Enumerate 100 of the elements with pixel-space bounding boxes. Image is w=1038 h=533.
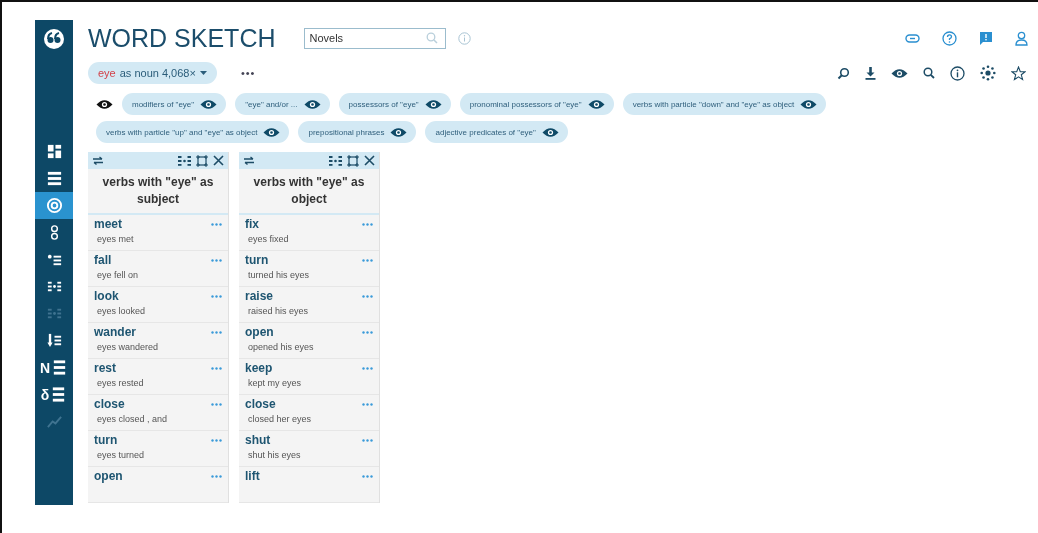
more-icon[interactable] bbox=[211, 474, 222, 478]
collocation-row[interactable]: fix eyes fixed bbox=[239, 215, 379, 251]
collocate-word[interactable]: shut bbox=[245, 433, 271, 447]
visibility-icon[interactable] bbox=[891, 67, 908, 79]
example-text: raised his eyes bbox=[248, 306, 310, 316]
collocation-row[interactable]: shut shut his eyes bbox=[239, 431, 379, 467]
more-icon[interactable] bbox=[362, 438, 373, 442]
swap-icon[interactable] bbox=[243, 156, 255, 165]
caret-icon bbox=[199, 71, 207, 75]
visibility-icon[interactable] bbox=[96, 98, 113, 110]
more-icon[interactable] bbox=[211, 258, 222, 262]
collocation-row[interactable]: open bbox=[88, 467, 228, 503]
relation-chip[interactable]: verbs with particle "up" and "eye" as object bbox=[96, 121, 290, 143]
collocation-row[interactable]: close closed her eyes bbox=[239, 395, 379, 431]
swap-icon[interactable] bbox=[92, 156, 104, 165]
more-icon[interactable] bbox=[211, 402, 222, 406]
more-icon[interactable] bbox=[362, 294, 373, 298]
download-icon[interactable] bbox=[865, 66, 876, 80]
user-icon[interactable] bbox=[1015, 30, 1028, 46]
collocate-word[interactable]: turn bbox=[94, 433, 118, 447]
info-icon[interactable] bbox=[950, 65, 965, 81]
collocation-row[interactable]: turn eyes turned bbox=[88, 431, 228, 467]
collocate-word[interactable]: keep bbox=[245, 361, 273, 375]
relation-chip[interactable]: possessors of "eye" bbox=[338, 93, 451, 115]
more-icon[interactable] bbox=[362, 402, 373, 406]
eye-icon[interactable] bbox=[200, 98, 218, 110]
column-title: verbs with "eye" as object bbox=[239, 169, 379, 215]
example-text: eyes met bbox=[97, 234, 135, 244]
collocation-row[interactable]: rest eyes rested bbox=[88, 359, 228, 395]
more-icon[interactable] bbox=[362, 366, 373, 370]
help-icon[interactable] bbox=[942, 30, 957, 46]
collocation-row[interactable]: fall eye fell on bbox=[88, 251, 228, 287]
collocation-row[interactable]: open opened his eyes bbox=[239, 323, 379, 359]
eye-icon[interactable] bbox=[424, 98, 442, 110]
sidebar-item[interactable]: N bbox=[35, 354, 73, 381]
zoom-icon[interactable] bbox=[837, 66, 850, 80]
eye-icon[interactable] bbox=[587, 98, 605, 110]
more-icon[interactable] bbox=[211, 366, 222, 370]
link-icon[interactable] bbox=[905, 33, 920, 43]
collocation-row[interactable]: close eyes closed , and bbox=[88, 395, 228, 431]
more-icon[interactable] bbox=[362, 474, 373, 478]
relation-chip[interactable]: verbs with particle "down" and "eye" as object bbox=[622, 93, 827, 115]
collocate-word[interactable]: look bbox=[94, 289, 119, 303]
cluster-icon[interactable] bbox=[980, 65, 996, 81]
eye-icon[interactable] bbox=[303, 98, 321, 110]
relation-chip[interactable]: modifiers of "eye" bbox=[122, 93, 227, 115]
example-text: turned his eyes bbox=[248, 270, 311, 280]
collocate-word[interactable]: open bbox=[94, 469, 123, 483]
collocate-word[interactable]: close bbox=[245, 397, 276, 411]
collocate-word[interactable]: raise bbox=[245, 289, 274, 303]
eye-icon[interactable] bbox=[390, 126, 408, 138]
collocation-row[interactable]: lift bbox=[239, 467, 379, 503]
collocate-word[interactable]: lift bbox=[245, 469, 260, 483]
collocate-word[interactable]: meet bbox=[94, 217, 122, 231]
relation-chip[interactable]: prepositional phrases bbox=[298, 121, 417, 143]
example-text: eyes closed , and bbox=[97, 414, 169, 424]
more-menu[interactable]: ••• bbox=[240, 67, 256, 79]
more-icon[interactable] bbox=[362, 330, 373, 334]
more-icon[interactable] bbox=[362, 258, 373, 262]
example-text: eyes rested bbox=[97, 378, 145, 388]
feedback-icon[interactable] bbox=[979, 30, 993, 46]
collocation-row[interactable]: turn turned his eyes bbox=[239, 251, 379, 287]
relation-chip[interactable]: pronominal possessors of "eye" bbox=[459, 93, 614, 115]
more-icon[interactable] bbox=[362, 222, 373, 226]
logo-icon[interactable] bbox=[43, 28, 65, 50]
more-icon[interactable] bbox=[211, 438, 222, 442]
sortlist-icon bbox=[45, 332, 63, 349]
collocate-word[interactable]: open bbox=[245, 325, 274, 339]
expand-icon[interactable] bbox=[347, 154, 359, 167]
collocation-row[interactable]: keep kept my eyes bbox=[239, 359, 379, 395]
collocation-row[interactable]: wander eyes wandered bbox=[88, 323, 228, 359]
more-icon[interactable] bbox=[211, 330, 222, 334]
collocate-word[interactable]: rest bbox=[94, 361, 116, 375]
sidebar-item[interactable]: δ bbox=[35, 381, 73, 408]
dot-list-icon[interactable] bbox=[178, 155, 191, 166]
star-icon[interactable] bbox=[1011, 65, 1026, 81]
more-icon[interactable] bbox=[211, 294, 222, 298]
more-icon[interactable] bbox=[211, 222, 222, 226]
query-chip[interactable]: eye as noun 4,068× bbox=[88, 62, 217, 84]
list-icon bbox=[45, 170, 63, 187]
collocation-row[interactable]: raise raised his eyes bbox=[239, 287, 379, 323]
close-icon[interactable] bbox=[213, 155, 224, 166]
collocate-word[interactable]: turn bbox=[245, 253, 269, 267]
collocation-row[interactable]: look eyes looked bbox=[88, 287, 228, 323]
collocation-row[interactable]: meet eyes met bbox=[88, 215, 228, 251]
relation-chip[interactable]: adjective predicates of "eye" bbox=[425, 121, 568, 143]
collocate-word[interactable]: fix bbox=[245, 217, 259, 231]
expand-icon[interactable] bbox=[196, 154, 208, 167]
collocate-word[interactable]: wander bbox=[94, 325, 136, 339]
collocate-word[interactable]: close bbox=[94, 397, 125, 411]
search-icon[interactable] bbox=[923, 67, 935, 79]
close-icon[interactable] bbox=[364, 155, 375, 166]
relation-chip[interactable]: "eye" and/or ... bbox=[235, 93, 330, 115]
collocate-word[interactable]: fall bbox=[94, 253, 112, 267]
eye-icon[interactable] bbox=[541, 126, 559, 138]
eye-icon[interactable] bbox=[800, 98, 818, 110]
eye-icon[interactable] bbox=[263, 126, 281, 138]
corpus-search-field[interactable]: Novels bbox=[303, 27, 446, 49]
dot-list-icon[interactable] bbox=[329, 155, 342, 166]
example-text: opened his eyes bbox=[248, 342, 315, 352]
